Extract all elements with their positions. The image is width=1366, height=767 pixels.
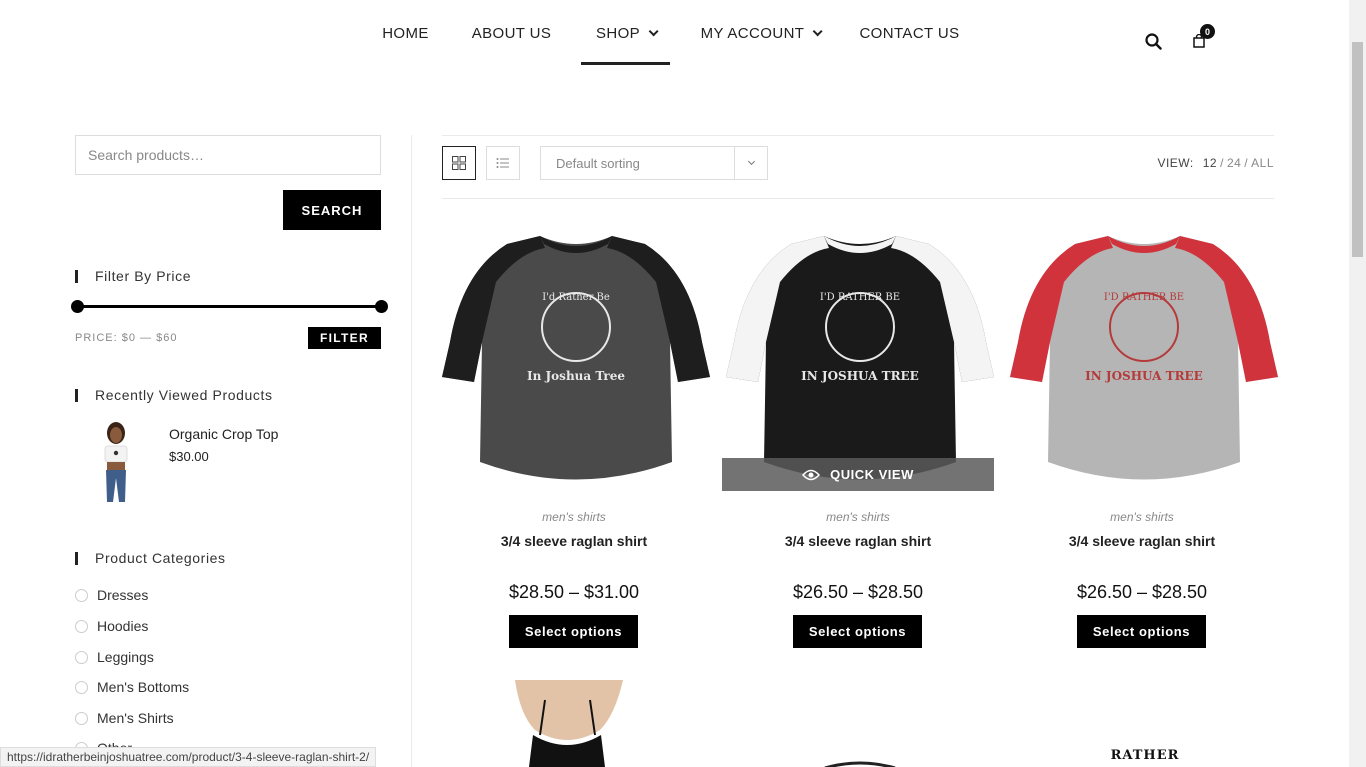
- recent-product-thumbnail[interactable]: [89, 420, 143, 504]
- nav-shop-label: SHOP: [595, 24, 641, 42]
- quick-view-label: QUICK VIEW: [830, 467, 914, 482]
- radio-icon: [75, 680, 88, 694]
- price-slider-track: [77, 305, 381, 308]
- product-image-partial[interactable]: [820, 755, 900, 767]
- price-slider-max-handle[interactable]: [375, 300, 388, 313]
- search-button[interactable]: SEARCH: [283, 190, 381, 230]
- view-label: VIEW:: [1157, 156, 1194, 170]
- chevron-down-icon: [648, 25, 659, 36]
- view-separator: /: [1244, 156, 1249, 170]
- product-price: $26.50 – $28.50: [792, 582, 924, 602]
- product-image[interactable]: I'D RATHER BE IN JOSHUA TREE: [724, 222, 996, 492]
- nav-about[interactable]: ABOUT US: [463, 0, 560, 66]
- select-options-button[interactable]: Select options: [509, 615, 638, 648]
- product-category-link[interactable]: men's shirts: [442, 510, 706, 524]
- grid-icon: [452, 156, 466, 170]
- recent-product-name[interactable]: Organic Crop Top: [169, 426, 278, 442]
- shirt-print-text: I'D RATHER BE: [1104, 292, 1184, 303]
- price-slider-min-handle[interactable]: [71, 300, 84, 313]
- radio-icon: [75, 711, 88, 725]
- cart-count-badge: 0: [1200, 24, 1215, 39]
- radio-icon: [75, 650, 88, 664]
- filter-by-price-title: Filter By Price: [75, 269, 191, 283]
- search-products-input[interactable]: [75, 135, 381, 175]
- recently-viewed-title: Recently Viewed Products: [75, 388, 273, 402]
- product-price: $28.50 – $31.00: [508, 582, 640, 602]
- toolbar-bottom-divider: [442, 198, 1274, 199]
- category-label: Men's Bottoms: [97, 679, 190, 695]
- category-label: Men's Shirts: [97, 710, 174, 726]
- product-image[interactable]: I'D RATHER BE IN JOSHUA TREE: [1008, 222, 1280, 492]
- product-categories-title: Product Categories: [75, 551, 226, 565]
- quick-view-button[interactable]: QUICK VIEW: [722, 458, 994, 491]
- view-24-option[interactable]: 24: [1227, 156, 1241, 170]
- nav-contact-label: CONTACT US: [859, 24, 960, 42]
- shirt-print-text: I'd Rather Be: [542, 292, 610, 303]
- shirt-print-text: IN JOSHUA TREE: [801, 369, 919, 383]
- list-icon: [496, 158, 509, 168]
- product-title[interactable]: 3/4 sleeve raglan shirt: [1010, 533, 1274, 549]
- view-12-option[interactable]: 12: [1203, 156, 1217, 170]
- search-icon[interactable]: [1145, 33, 1162, 55]
- sort-select[interactable]: Default sorting: [540, 146, 768, 180]
- shirt-print-text: IN JOSHUA TREE: [1085, 369, 1203, 383]
- shirt-print-text: I'D RATHER BE: [820, 292, 900, 303]
- recent-product-price: $30.00: [169, 449, 209, 464]
- nav-contact[interactable]: CONTACT US: [852, 0, 967, 66]
- category-leggings[interactable]: Leggings: [75, 648, 154, 666]
- sort-select-value: Default sorting: [556, 155, 640, 171]
- view-all-option[interactable]: ALL: [1251, 156, 1274, 170]
- product-category-link[interactable]: men's shirts: [1010, 510, 1274, 524]
- radio-icon: [75, 619, 88, 633]
- radio-icon: [75, 588, 88, 602]
- product-title[interactable]: 3/4 sleeve raglan shirt: [442, 533, 706, 549]
- shirt-print-text: In Joshua Tree: [527, 369, 625, 383]
- nav-home[interactable]: HOME: [372, 0, 439, 66]
- toolbar-top-divider: [442, 135, 1274, 136]
- page-scrollbar[interactable]: [1349, 0, 1366, 767]
- product-price: $26.50 – $28.50: [1076, 582, 1208, 602]
- view-separator: /: [1220, 156, 1224, 170]
- grid-view-button[interactable]: [442, 146, 476, 180]
- partial-print-text: RATHER: [1110, 748, 1180, 763]
- nav-about-label: ABOUT US: [471, 24, 552, 42]
- nav-home-label: HOME: [382, 24, 429, 42]
- nav-my-account-label: MY ACCOUNT: [700, 24, 805, 42]
- category-mens-shirts[interactable]: Men's Shirts: [75, 709, 174, 727]
- cart-button[interactable]: 0: [1193, 24, 1215, 48]
- category-dresses[interactable]: Dresses: [75, 586, 148, 604]
- list-view-button[interactable]: [486, 146, 520, 180]
- chevron-down-icon: [813, 25, 823, 36]
- category-hoodies[interactable]: Hoodies: [75, 617, 148, 635]
- category-label: Hoodies: [97, 618, 149, 634]
- filter-button[interactable]: FILTER: [308, 327, 381, 349]
- product-category-link[interactable]: men's shirts: [726, 510, 990, 524]
- view-count-selector: VIEW: 12 / 24 / ALL: [1157, 156, 1274, 170]
- product-title[interactable]: 3/4 sleeve raglan shirt: [726, 533, 990, 549]
- category-label: Leggings: [97, 649, 154, 665]
- sidebar-divider: [411, 135, 412, 767]
- category-mens-bottoms[interactable]: Men's Bottoms: [75, 678, 189, 696]
- main-nav: HOME ABOUT US SHOP MY ACCOUNT CONTACT US…: [0, 0, 1349, 66]
- price-range-label: PRICE: $0 — $60: [75, 332, 178, 344]
- product-image[interactable]: I'd Rather Be In Joshua Tree: [440, 222, 712, 492]
- status-bar-url: https://idratherbeinjoshuatree.com/produ…: [0, 747, 377, 767]
- eye-icon: [802, 469, 821, 480]
- nav-my-account[interactable]: MY ACCOUNT: [690, 0, 830, 66]
- nav-shop[interactable]: SHOP: [581, 0, 670, 66]
- product-image-partial[interactable]: RATHER: [1085, 748, 1205, 767]
- select-options-button[interactable]: Select options: [1077, 615, 1206, 648]
- sort-divider: [734, 147, 735, 179]
- select-options-button[interactable]: Select options: [793, 615, 922, 648]
- scrollbar-thumb[interactable]: [1352, 42, 1363, 257]
- product-image-partial[interactable]: [505, 680, 630, 767]
- chevron-down-icon: [747, 157, 756, 166]
- category-label: Dresses: [97, 587, 149, 603]
